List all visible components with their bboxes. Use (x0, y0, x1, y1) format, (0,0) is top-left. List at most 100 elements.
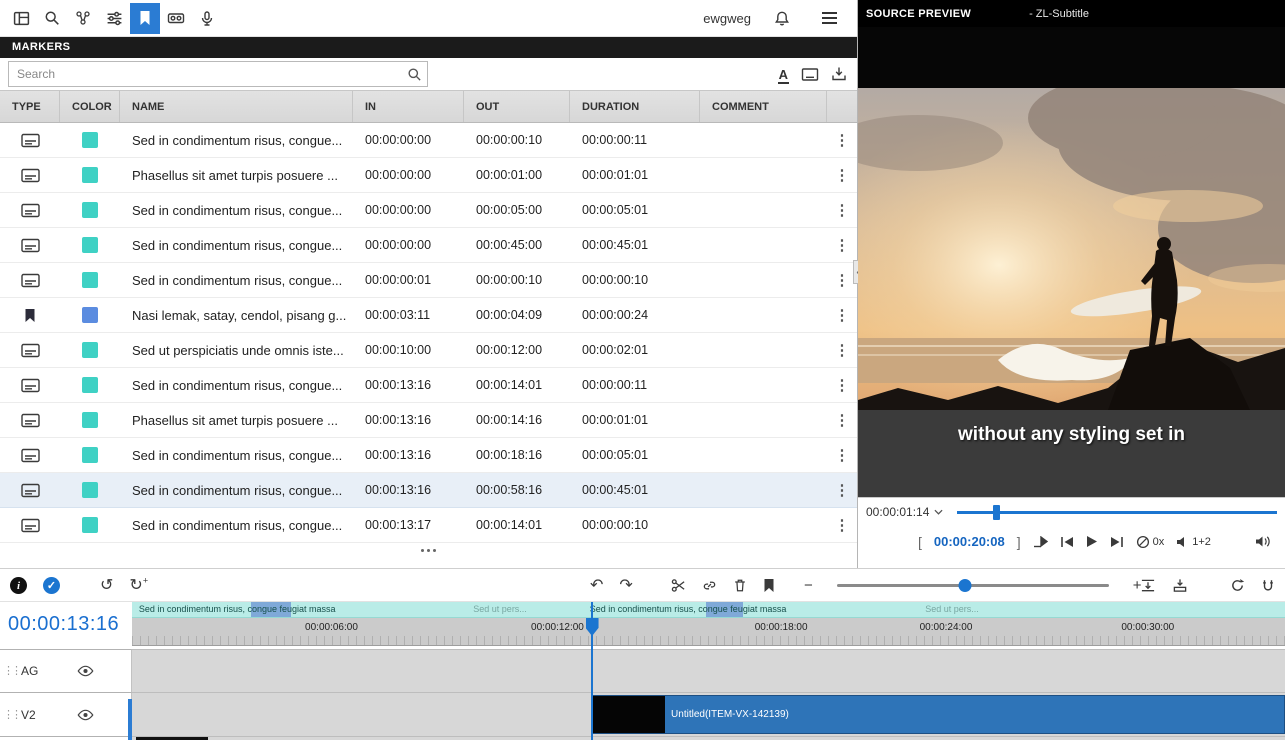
column-header-comment[interactable]: COMMENT (700, 91, 827, 122)
play-icon (1086, 535, 1098, 548)
track-lane-ag[interactable] (132, 649, 1285, 692)
marker-menu-button[interactable]: ⋮ (827, 516, 857, 534)
zoom-out-button[interactable]: − (804, 577, 813, 594)
marker-in-timecode: 00:00:13:16 (353, 413, 464, 427)
search-icon[interactable] (407, 67, 422, 82)
video-viewport[interactable]: without any styling set in (858, 27, 1285, 497)
scrub-marker[interactable] (993, 505, 1000, 520)
undo-button[interactable]: ↶ (590, 578, 603, 594)
track-header-ag[interactable]: ⋮⋮ AG (0, 649, 132, 692)
marker-menu-button[interactable]: ⋮ (827, 341, 857, 359)
subtitle-display-button[interactable] (801, 67, 819, 82)
refresh-button[interactable] (1230, 578, 1245, 593)
previous-frame-button[interactable] (1060, 536, 1074, 548)
drag-handle-icon[interactable]: ⋮⋮ (3, 666, 13, 676)
marker-name: Sed in condimentum risus, congue... (120, 273, 353, 288)
zoom-slider-thumb[interactable] (958, 579, 971, 592)
preview-position-timecode[interactable]: 00:00:01:14 (866, 505, 943, 519)
timeline-ruler[interactable]: 00:00:06:0000:00:12:0000:00:18:0000:00:2… (132, 618, 1285, 646)
column-header-in[interactable]: IN (353, 91, 464, 122)
preview-scrub-bar[interactable] (957, 498, 1277, 526)
column-header-color[interactable]: COLOR (60, 91, 120, 122)
search-button[interactable] (37, 3, 67, 34)
text-style-button[interactable]: A (778, 67, 789, 82)
track-lane-v2[interactable]: Untitled(ITEM-VX-142139) (132, 692, 1285, 736)
markers-button[interactable] (130, 3, 160, 34)
overwrite-button[interactable] (1172, 578, 1188, 593)
marker-row[interactable]: Sed in condimentum risus, congue... 00:0… (0, 263, 857, 298)
track-header-v2[interactable]: ⋮⋮ V2 (0, 692, 132, 736)
search-input[interactable] (9, 62, 427, 86)
voice-over-button[interactable] (192, 3, 222, 34)
column-header-duration[interactable]: DURATION (570, 91, 700, 122)
subtitle-clip-text[interactable]: Sed ut pers... (473, 604, 527, 614)
marker-row[interactable]: Sed in condimentum risus, congue... 00:0… (0, 473, 857, 508)
delete-button[interactable] (733, 578, 747, 593)
timeline-playhead[interactable] (591, 602, 593, 740)
panel-resize-handle[interactable] (0, 543, 857, 557)
marker-menu-button[interactable]: ⋮ (827, 306, 857, 324)
marker-menu-button[interactable]: ⋮ (827, 236, 857, 254)
marker-menu-button[interactable]: ⋮ (827, 201, 857, 219)
track-visibility-toggle[interactable] (77, 665, 94, 677)
audio-output-button[interactable] (1255, 535, 1271, 548)
insert-button[interactable] (1140, 578, 1156, 593)
marker-menu-button[interactable]: ⋮ (827, 376, 857, 394)
subtitle-clip-text[interactable]: Sed in condimentum risus, congue feugiat… (139, 604, 336, 614)
link-button[interactable] (702, 578, 717, 593)
marker-row[interactable]: Sed in condimentum risus, congue... 00:0… (0, 508, 857, 543)
history-button[interactable]: ↺ (100, 578, 113, 594)
marker-menu-button[interactable]: ⋮ (827, 411, 857, 429)
play-button[interactable] (1086, 535, 1098, 548)
marker-table-header: TYPE COLOR NAME IN OUT DURATION COMMENT (0, 90, 857, 123)
marker-color-cell (60, 237, 120, 253)
marker-row[interactable]: Phasellus sit amet turpis posuere ... 00… (0, 403, 857, 438)
approve-button[interactable]: ✓ (43, 577, 60, 594)
marker-duration: 00:00:01:01 (570, 168, 700, 182)
marker-row[interactable]: Sed in condimentum risus, congue... 00:0… (0, 123, 857, 158)
marker-row[interactable]: Sed in condimentum risus, congue... 00:0… (0, 438, 857, 473)
marker-row[interactable]: Sed ut perspiciatis unde omnis iste... 0… (0, 333, 857, 368)
drag-handle-icon[interactable]: ⋮⋮ (3, 710, 13, 720)
info-button[interactable]: i (10, 577, 27, 594)
jump-to-button[interactable] (1033, 536, 1048, 548)
redo-button[interactable]: ↷ (619, 578, 632, 594)
audio-channels-button[interactable]: 1+2 (1176, 536, 1211, 548)
video-clip[interactable]: Untitled(ITEM-VX-142139) (592, 695, 1285, 734)
zoom-slider[interactable] (837, 584, 1109, 587)
mark-in-button[interactable]: [ (918, 534, 922, 550)
marker-row[interactable]: Sed in condimentum risus, congue... 00:0… (0, 193, 857, 228)
mark-out-button[interactable]: ] (1017, 534, 1021, 550)
marker-menu-button[interactable]: ⋮ (827, 166, 857, 184)
new-version-button[interactable]: ↻+ (129, 577, 148, 594)
import-button[interactable] (831, 66, 847, 82)
marker-row[interactable]: Nasi lemak, satay, cendol, pisang g... 0… (0, 298, 857, 333)
cut-button[interactable] (671, 578, 686, 593)
playback-speed-button[interactable]: 0x (1136, 535, 1165, 549)
subtitle-track-strip[interactable]: Sed in condimentum risus, congue feugiat… (132, 602, 1285, 618)
marker-row[interactable]: Sed in condimentum risus, congue... 00:0… (0, 368, 857, 403)
marker-row[interactable]: Phasellus sit amet turpis posuere ... 00… (0, 158, 857, 193)
marker-row[interactable]: Sed in condimentum risus, congue... 00:0… (0, 228, 857, 263)
subtitle-clip-text[interactable]: Sed in condimentum risus, congue feugiat… (590, 604, 787, 614)
timeline-current-timecode[interactable]: 00:00:13:16 (0, 602, 132, 646)
logging-button[interactable] (68, 3, 98, 34)
menu-button[interactable] (814, 3, 844, 34)
next-frame-button[interactable] (1110, 536, 1124, 548)
adjust-button[interactable] (99, 3, 129, 34)
notifications-button[interactable] (767, 3, 797, 34)
marker-menu-button[interactable]: ⋮ (827, 446, 857, 464)
subtitle-clip-text[interactable]: Sed ut pers... (925, 604, 979, 614)
marker-duration: 00:00:45:01 (570, 238, 700, 252)
panels-button[interactable] (6, 3, 36, 34)
snap-button[interactable] (1261, 578, 1275, 593)
add-marker-button[interactable] (763, 578, 775, 593)
column-header-type[interactable]: TYPE (0, 91, 60, 122)
marker-menu-button[interactable]: ⋮ (827, 481, 857, 499)
column-header-out[interactable]: OUT (464, 91, 570, 122)
recorder-button[interactable] (161, 3, 191, 34)
marker-menu-button[interactable]: ⋮ (827, 131, 857, 149)
track-scroll-indicator[interactable] (128, 699, 132, 740)
track-visibility-toggle[interactable] (77, 709, 94, 721)
column-header-name[interactable]: NAME (120, 91, 353, 122)
